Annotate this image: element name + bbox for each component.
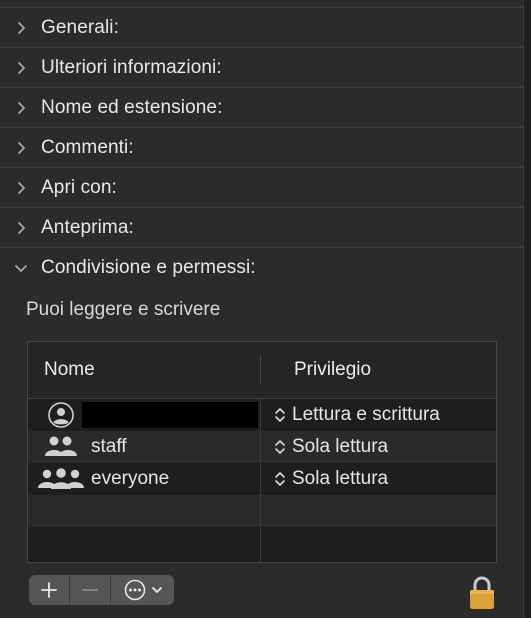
privilege-value: Lettura e scrittura xyxy=(292,404,440,425)
section-label: Ulteriori informazioni: xyxy=(41,56,222,78)
column-divider xyxy=(260,399,261,562)
add-button[interactable] xyxy=(29,575,69,605)
column-header-name[interactable]: Nome xyxy=(44,359,95,381)
privilege-popup[interactable]: Sola lettura xyxy=(273,436,388,458)
table-row[interactable]: Lettura e scrittura xyxy=(28,399,496,431)
section-condivisione-e-permessi[interactable]: Condivisione e permessi: xyxy=(0,248,523,288)
privilege-value: Sola lettura xyxy=(292,436,389,457)
permissions-toolbar xyxy=(29,575,174,605)
info-panel: Generali: Ulteriori informazioni: Nome e… xyxy=(0,0,523,618)
plus-icon xyxy=(41,582,57,598)
chevron-down-icon xyxy=(151,587,162,593)
section-apri-con[interactable]: Apri con: xyxy=(0,168,523,208)
table-header: Nome Privilegio xyxy=(28,342,496,399)
remove-button[interactable] xyxy=(70,575,110,605)
lock-icon[interactable] xyxy=(467,575,497,611)
window-right-edge xyxy=(523,0,531,618)
section-commenti[interactable]: Commenti: xyxy=(0,128,523,168)
column-divider[interactable] xyxy=(260,355,261,385)
redacted-user-name xyxy=(82,402,258,428)
empty-row xyxy=(28,527,496,559)
updown-arrows-icon xyxy=(275,472,285,486)
permissions-table: Nome Privilegio Lettura e scrittura staf… xyxy=(27,341,497,563)
chevron-right-icon xyxy=(0,128,42,168)
ellipsis-circle-icon xyxy=(124,579,145,601)
updown-arrows-icon xyxy=(275,408,285,422)
section-label: Condivisione e permessi: xyxy=(41,257,256,278)
section-generali[interactable]: Generali: xyxy=(0,8,523,48)
chevron-right-icon xyxy=(0,168,42,208)
row-name: everyone xyxy=(91,468,170,489)
single-user-icon xyxy=(36,401,86,429)
chevron-right-icon xyxy=(0,8,42,48)
top-edge xyxy=(0,0,523,8)
privilege-popup[interactable]: Sola lettura xyxy=(273,468,388,490)
section-label: Nome ed estensione: xyxy=(41,96,223,118)
privilege-popup[interactable]: Lettura e scrittura xyxy=(273,404,440,426)
section-label: Apri con: xyxy=(41,176,117,198)
row-name: staff xyxy=(91,436,127,457)
empty-row xyxy=(28,495,496,527)
permission-info-text: Puoi leggere e scrivere xyxy=(26,299,221,320)
minus-icon xyxy=(82,589,98,591)
section-nome-ed-estensione[interactable]: Nome ed estensione: xyxy=(0,88,523,128)
chevron-right-icon xyxy=(0,208,42,248)
chevron-down-icon xyxy=(0,248,42,288)
table-row[interactable]: everyone Sola lettura xyxy=(28,463,496,495)
table-row[interactable]: staff Sola lettura xyxy=(28,431,496,463)
updown-arrows-icon xyxy=(275,440,285,454)
section-anteprima[interactable]: Anteprima: xyxy=(0,208,523,248)
group-icon xyxy=(36,433,86,461)
everyone-icon xyxy=(36,465,86,493)
section-ulteriori-informazioni[interactable]: Ulteriori informazioni: xyxy=(0,48,523,88)
section-label: Anteprima: xyxy=(41,216,134,238)
section-label: Commenti: xyxy=(41,136,134,158)
chevron-right-icon xyxy=(0,88,42,128)
chevron-right-icon xyxy=(0,48,42,88)
column-header-privilege[interactable]: Privilegio xyxy=(294,359,371,381)
action-menu-button[interactable] xyxy=(111,575,174,605)
privilege-value: Sola lettura xyxy=(292,468,389,489)
section-label: Generali: xyxy=(41,16,119,38)
